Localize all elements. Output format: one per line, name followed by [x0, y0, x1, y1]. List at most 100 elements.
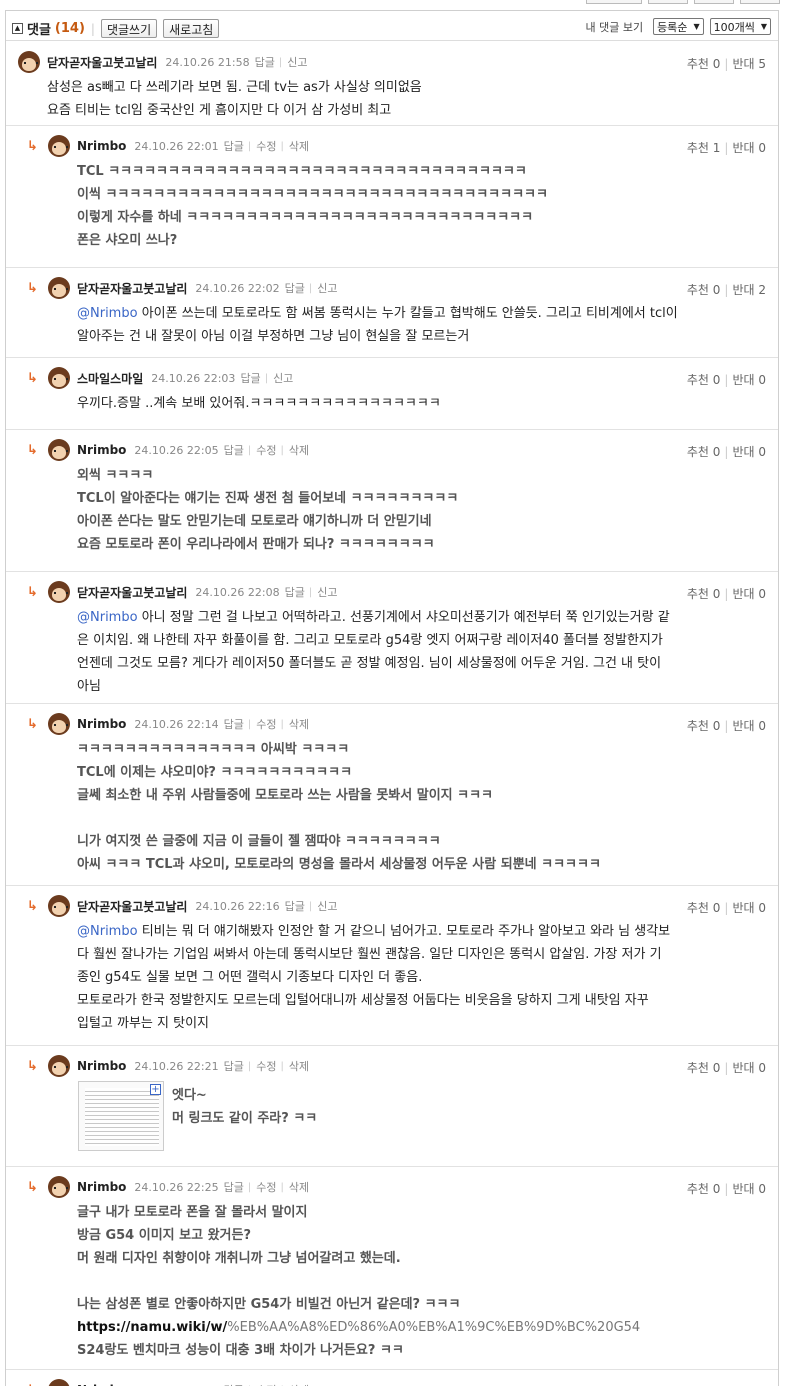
recommend-button[interactable]: 추천 0 [687, 717, 721, 734]
avatar[interactable] [18, 51, 40, 73]
avatar[interactable] [48, 581, 70, 603]
delete-link[interactable]: 삭제 [289, 1179, 309, 1195]
oppose-button[interactable]: 반대 0 [732, 139, 766, 156]
oppose-button[interactable]: 반대 0 [732, 717, 766, 734]
recommend-button[interactable]: 추천 0 [687, 371, 721, 388]
zoom-plus-icon[interactable]: + [150, 1084, 161, 1095]
oppose-button[interactable]: 반대 2 [732, 281, 766, 298]
comment-author[interactable]: Nrimbo [77, 139, 126, 153]
delete-link[interactable]: 삭제 [289, 138, 309, 154]
report-link[interactable]: 신고 [273, 370, 293, 386]
report-link[interactable]: 신고 [317, 280, 337, 296]
reply-link[interactable]: 답글 [224, 1382, 244, 1386]
top-button-edge[interactable] [740, 0, 780, 4]
image-thumbnail[interactable]: + [78, 1081, 164, 1151]
comment-item: ↳ Nrimbo 24.10.26 22:25 답글 | 수정 | 삭제 추천 0 | 반대 0 글구… [6, 1167, 778, 1370]
top-button-edge[interactable] [694, 0, 734, 4]
recommend-button[interactable]: 추천 0 [687, 281, 721, 298]
divider: | [724, 900, 729, 915]
edit-link[interactable]: 수정 [256, 1382, 276, 1386]
edit-link[interactable]: 수정 [256, 1058, 276, 1074]
reply-link[interactable]: 답글 [240, 370, 260, 386]
delete-link[interactable]: 삭제 [289, 716, 309, 732]
divider: | [247, 718, 252, 730]
mention-link[interactable]: @Nrimbo [77, 924, 138, 939]
recommend-button[interactable]: 추천 0 [687, 55, 721, 72]
reply-link[interactable]: 답글 [224, 138, 244, 154]
perpage-select[interactable]: 100개씩 ▼ [709, 18, 771, 35]
avatar[interactable] [48, 1055, 70, 1077]
comment-line [77, 807, 767, 830]
recommend-button[interactable]: 추천 0 [687, 1059, 721, 1076]
url-link[interactable]: https://namu.wiki/w/%EB%AA%A8%ED%86%A0%E… [77, 1316, 767, 1339]
avatar[interactable] [48, 895, 70, 917]
comment-title[interactable]: ▲ 댓글 (14) [12, 19, 85, 38]
report-link[interactable]: 신고 [287, 54, 307, 70]
top-cut-buttons [586, 0, 780, 4]
edit-link[interactable]: 수정 [256, 1179, 276, 1195]
collapse-icon[interactable]: ▲ [12, 23, 23, 34]
oppose-button[interactable]: 반대 0 [732, 443, 766, 460]
comment-author[interactable]: 닫자곧자울고붓고날리 [77, 584, 187, 601]
comment-author[interactable]: Nrimbo [77, 1180, 126, 1194]
oppose-button[interactable]: 반대 5 [732, 55, 766, 72]
edit-link[interactable]: 수정 [256, 716, 276, 732]
recommend-button[interactable]: 추천 0 [687, 443, 721, 460]
comment-line: TCL에 이제는 샤오미야? ㅋㅋㅋㅋㅋㅋㅋㅋㅋㅋㅋ [77, 765, 353, 780]
comment-author[interactable]: 닫자곧자울고붓고날리 [77, 898, 187, 915]
top-button-edge[interactable] [586, 0, 642, 4]
avatar[interactable] [48, 277, 70, 299]
avatar[interactable] [48, 367, 70, 389]
reply-link[interactable]: 답글 [224, 716, 244, 732]
avatar[interactable] [48, 1379, 70, 1386]
avatar[interactable] [48, 713, 70, 735]
comment-line: 종인 g54도 실물 보면 그 어떤 갤럭시 기종보다 디자인 더 좋음. [77, 970, 423, 985]
recommend-button[interactable]: 추천 1 [687, 139, 721, 156]
reply-link[interactable]: 답글 [255, 54, 275, 70]
report-link[interactable]: 신고 [317, 584, 337, 600]
mention-link[interactable]: @Nrimbo [77, 610, 138, 625]
mention-link[interactable]: @Nrimbo [77, 306, 138, 321]
comment-panel: ▲ 댓글 (14) | 댓글쓰기 새로고침 내 댓글 보기 등록순 ▼ 100개씩… [5, 10, 779, 1386]
comment-author[interactable]: Nrimbo [77, 1059, 126, 1073]
comment-author[interactable]: Nrimbo [77, 443, 126, 457]
recommend-button[interactable]: 추천 0 [687, 585, 721, 602]
oppose-button[interactable]: 반대 0 [732, 1059, 766, 1076]
sort-select[interactable]: 등록순 ▼ [653, 18, 704, 35]
delete-link[interactable]: 삭제 [289, 1382, 309, 1386]
comment-author[interactable]: 스마일스마일 [77, 370, 143, 387]
oppose-button[interactable]: 반대 0 [732, 585, 766, 602]
comment-author[interactable]: 닫자곧자울고붓고날리 [77, 280, 187, 297]
edit-link[interactable]: 수정 [256, 138, 276, 154]
recommend-button[interactable]: 추천 0 [687, 899, 721, 916]
reply-link[interactable]: 답글 [285, 898, 305, 914]
recommend-button[interactable]: 추천 0 [687, 1180, 721, 1197]
comment-body: @Nrimbo 아니 정말 그런 걸 나보고 어떡하라고. 선풍기계에서 샤오미… [77, 606, 767, 698]
report-link[interactable]: 신고 [317, 898, 337, 914]
avatar[interactable] [48, 135, 70, 157]
reply-link[interactable]: 답글 [224, 1179, 244, 1195]
top-button-edge[interactable] [648, 0, 688, 4]
write-comment-button[interactable]: 댓글쓰기 [100, 19, 158, 38]
reply-link[interactable]: 답글 [285, 584, 305, 600]
oppose-button[interactable]: 반대 0 [732, 1180, 766, 1197]
oppose-button[interactable]: 반대 0 [732, 899, 766, 916]
edit-link[interactable]: 수정 [256, 442, 276, 458]
avatar[interactable] [48, 1176, 70, 1198]
comment-meta: Nrimbo24.10.26 22:28답글|수정|삭제 [48, 1379, 309, 1386]
delete-link[interactable]: 삭제 [289, 442, 309, 458]
comment-author[interactable]: Nrimbo [77, 717, 126, 731]
delete-link[interactable]: 삭제 [289, 1058, 309, 1074]
comment-item: ↳ Nrimbo 24.10.26 22:01 답글 | 수정 | 삭제 추천 1 | 반대 0 TC… [6, 126, 778, 268]
my-comments-link[interactable]: 내 댓글 보기 [585, 19, 643, 35]
comment-line: 머 원래 디자인 취향이야 개취니까 그냥 넘어갈려고 했는데. [77, 1251, 401, 1266]
refresh-button[interactable]: 새로고침 [163, 19, 220, 38]
comment-line: @Nrimbo 아이폰 쓰는데 모토로라도 함 써봄 똥럭시는 누가 칼들고 협… [77, 306, 678, 321]
reply-link[interactable]: 답글 [285, 280, 305, 296]
reply-link[interactable]: 답글 [224, 442, 244, 458]
avatar[interactable] [48, 439, 70, 461]
oppose-button[interactable]: 반대 0 [732, 371, 766, 388]
reply-link[interactable]: 답글 [224, 1058, 244, 1074]
comment-author[interactable]: 닫자곧자울고붓고날리 [47, 54, 157, 71]
comment-meta: Nrimbo 24.10.26 22:21 답글 | 수정 | 삭제 [48, 1055, 309, 1077]
